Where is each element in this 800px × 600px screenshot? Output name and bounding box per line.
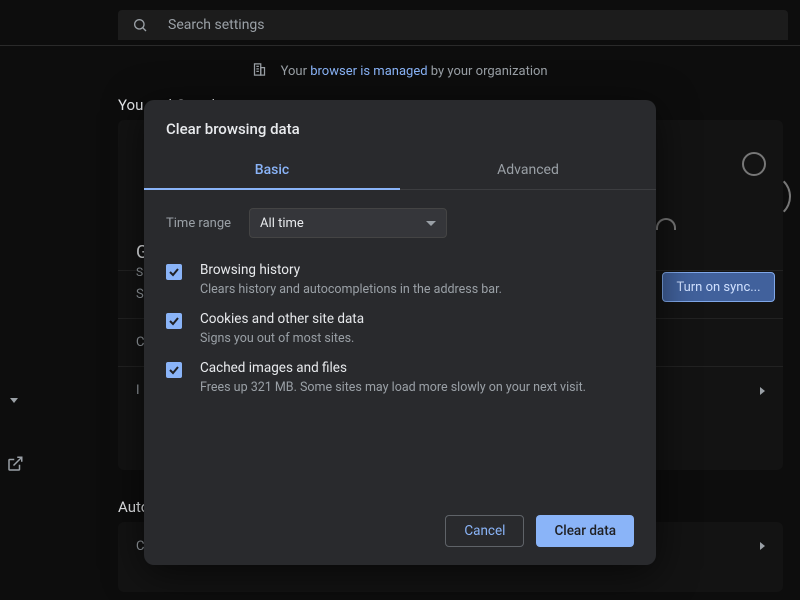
decorative-arc bbox=[746, 174, 791, 219]
search-icon bbox=[132, 17, 148, 33]
bg-row2-label: S bbox=[136, 287, 144, 302]
clear-data-button[interactable]: Clear data bbox=[536, 515, 634, 547]
managed-link[interactable]: browser is managed bbox=[310, 64, 427, 79]
checkbox-browsing-history[interactable] bbox=[166, 264, 182, 280]
option-sub: Frees up 321 MB. Some sites may load mor… bbox=[200, 380, 586, 395]
option-sub: Clears history and autocompletions in th… bbox=[200, 282, 502, 297]
options-list: Browsing history Clears history and auto… bbox=[144, 238, 656, 395]
checkbox-cached[interactable] bbox=[166, 362, 182, 378]
time-range-label: Time range bbox=[166, 216, 231, 231]
time-range-value: All time bbox=[260, 216, 304, 231]
open-external-icon[interactable] bbox=[6, 455, 26, 475]
dialog-actions: Cancel Clear data bbox=[144, 395, 656, 547]
building-icon bbox=[252, 62, 267, 81]
search-placeholder: Search settings bbox=[168, 17, 265, 33]
nav-collapse-chevron[interactable] bbox=[10, 398, 24, 412]
managed-suffix: by your organization bbox=[428, 64, 548, 79]
checkbox-cookies[interactable] bbox=[166, 313, 182, 329]
cancel-button[interactable]: Cancel bbox=[445, 515, 524, 547]
option-browsing-history: Browsing history Clears history and auto… bbox=[166, 248, 634, 297]
bg-row1-sub: S bbox=[136, 265, 143, 279]
sync-button[interactable]: Turn on sync... bbox=[662, 272, 775, 302]
divider bbox=[0, 45, 800, 46]
clear-browsing-data-dialog: Clear browsing data Basic Advanced Time … bbox=[144, 100, 656, 565]
time-range-row: Time range All time bbox=[144, 190, 656, 238]
option-cookies: Cookies and other site data Signs you ou… bbox=[166, 297, 634, 346]
chevron-right-icon bbox=[760, 387, 765, 395]
tab-advanced[interactable]: Advanced bbox=[400, 152, 656, 189]
tab-basic[interactable]: Basic bbox=[144, 152, 400, 189]
chevron-down-icon bbox=[426, 221, 436, 226]
managed-prefix: Your bbox=[281, 64, 311, 79]
managed-banner: Your browser is managed by your organiza… bbox=[0, 62, 800, 81]
settings-search-bar[interactable]: Search settings bbox=[118, 10, 788, 40]
time-range-select[interactable]: All time bbox=[249, 208, 447, 238]
chevron-right-icon bbox=[760, 542, 765, 550]
decorative-circle bbox=[742, 152, 766, 176]
option-cached: Cached images and files Frees up 321 MB.… bbox=[166, 346, 634, 395]
bg-row4-label: I bbox=[136, 383, 140, 398]
dialog-title: Clear browsing data bbox=[144, 100, 656, 152]
option-title: Cached images and files bbox=[200, 360, 586, 376]
option-title: Cookies and other site data bbox=[200, 311, 364, 327]
dialog-tabs: Basic Advanced bbox=[144, 152, 656, 190]
option-title: Browsing history bbox=[200, 262, 502, 278]
option-sub: Signs you out of most sites. bbox=[200, 331, 364, 346]
